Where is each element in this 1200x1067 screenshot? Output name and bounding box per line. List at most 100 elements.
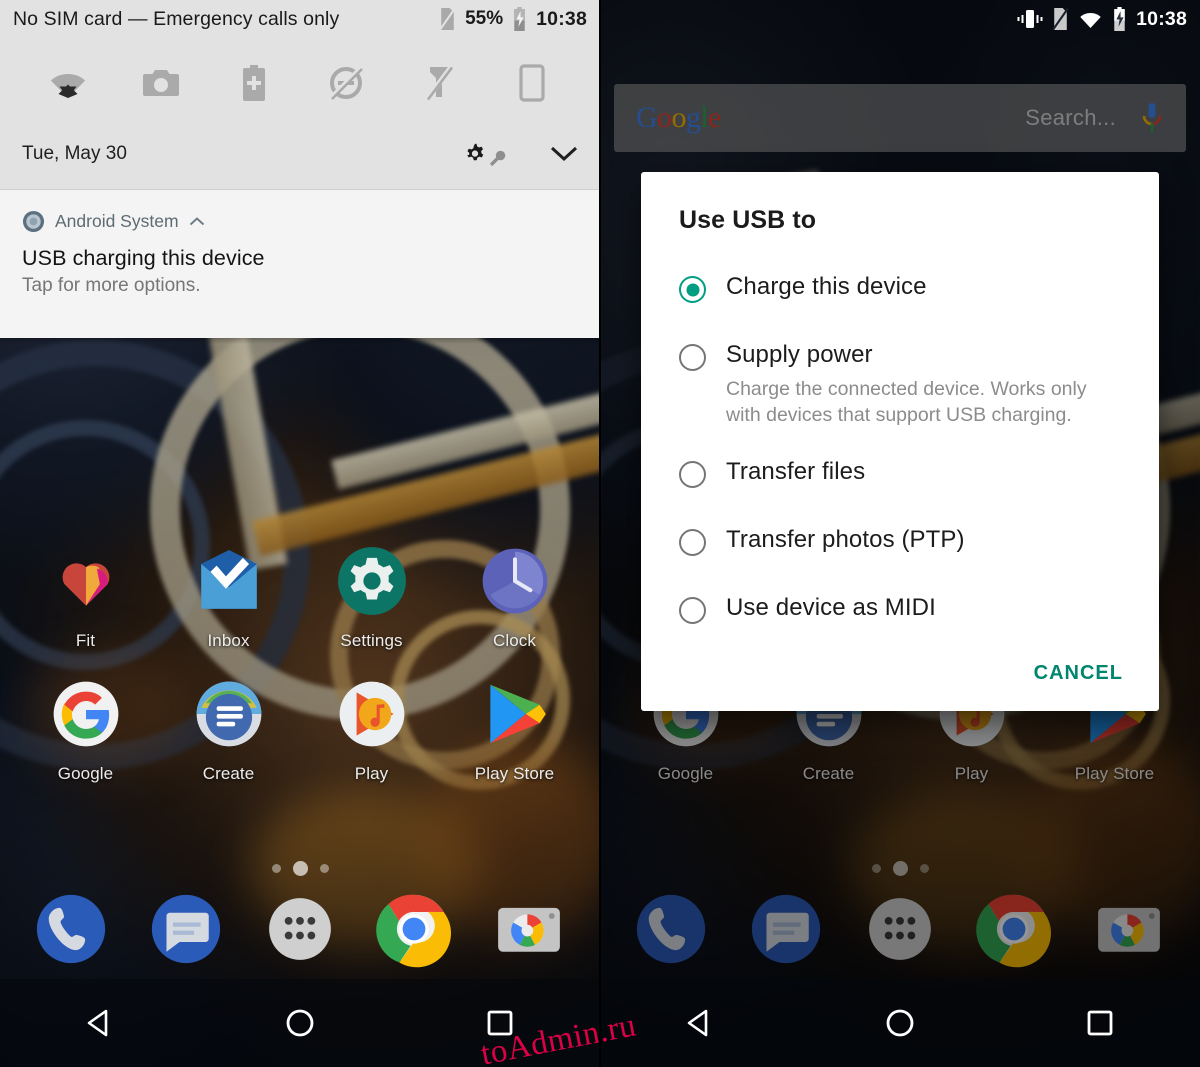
app-label: Clock [492, 631, 536, 650]
usb-option-transfer-photos-ptp[interactable]: Transfer photos (PTP) [641, 500, 1159, 568]
app-google[interactable]: Google [14, 673, 157, 784]
app-label: Google [57, 764, 114, 783]
clock-text: 10:38 [536, 7, 587, 30]
wifi-icon [1078, 9, 1103, 29]
wrench-icon [489, 150, 506, 167]
cancel-button[interactable]: CANCEL [1034, 662, 1123, 685]
settings-gear-icon [331, 540, 413, 622]
panel-divider [599, 0, 601, 1067]
app-row-1: Fit Inbox [0, 540, 600, 651]
right-phone-panel: Google Search... Google Create Play Play… [600, 0, 1200, 1067]
do-not-disturb-tile[interactable] [300, 52, 393, 114]
app-clock[interactable]: Clock [443, 540, 586, 651]
quick-settings-divider [0, 189, 600, 190]
sim-missing-icon [1052, 7, 1069, 31]
page-dot-active[interactable] [292, 861, 308, 876]
nav-home[interactable] [200, 1006, 400, 1040]
flashlight-tile[interactable] [393, 52, 486, 114]
app-label: Play Store [474, 764, 555, 783]
app-create[interactable]: Create [157, 673, 300, 784]
nav-recents[interactable] [1000, 1006, 1200, 1040]
android-system-icon [22, 210, 45, 233]
battery-percent: 55% [465, 8, 504, 29]
dock-phone[interactable] [14, 890, 128, 968]
page-dot[interactable] [319, 864, 329, 873]
app-label: Settings [340, 631, 403, 650]
camera-icon [143, 70, 179, 96]
app-row-2: Google Create Play Play Store [0, 673, 600, 784]
clock-text: 10:38 [1136, 7, 1187, 30]
nav-back[interactable] [0, 1006, 200, 1040]
play-store-icon [474, 673, 556, 755]
usb-option-supply-power[interactable]: Supply power Charge the connected device… [641, 315, 1159, 440]
app-inbox[interactable]: Inbox [157, 540, 300, 651]
radio-button[interactable] [679, 461, 706, 489]
app-play-music[interactable]: Play [300, 673, 443, 784]
battery-charging-icon [1112, 7, 1127, 31]
option-label: Use device as MIDI [726, 594, 936, 622]
camera-app-icon [497, 907, 560, 952]
quick-settings-footer: Tue, May 30 [0, 128, 600, 186]
dock-left [0, 890, 600, 968]
clock-icon [474, 540, 556, 622]
dock-all-apps[interactable] [243, 890, 357, 968]
app-label: Inbox [207, 631, 250, 650]
option-label: Transfer photos (PTP) [726, 526, 965, 554]
usb-option-use-device-as-midi[interactable]: Use device as MIDI [641, 568, 1159, 636]
google-icon [45, 673, 127, 755]
date-text: Tue, May 30 [22, 143, 127, 164]
chevron-down-icon[interactable] [550, 145, 578, 163]
notification-card[interactable]: Android System USB charging this device … [0, 190, 600, 344]
page-dot[interactable] [271, 864, 281, 873]
dialog-title: Use USB to [679, 206, 817, 234]
screenshot-stage: Fit Inbox Settings Clock Google Create P… [0, 0, 1200, 1067]
usb-option-transfer-files[interactable]: Transfer files [641, 440, 1159, 500]
inbox-icon [188, 540, 270, 622]
chevron-up-icon[interactable] [189, 216, 205, 227]
radio-button[interactable] [679, 529, 706, 557]
page-indicator [0, 861, 600, 876]
option-label: Supply power [726, 341, 873, 368]
notification-header: Android System [22, 208, 578, 234]
messages-icon [151, 894, 220, 964]
nav-home[interactable] [800, 1006, 1000, 1040]
radio-button-selected[interactable] [679, 276, 706, 303]
recents-square-icon [1087, 1010, 1113, 1036]
settings-button[interactable] [462, 141, 506, 167]
home-circle-icon [886, 1009, 914, 1037]
flashlight-off-icon [425, 65, 454, 101]
dock-messages[interactable] [128, 890, 242, 968]
dock-chrome[interactable] [357, 890, 471, 968]
wifi-tile[interactable] [22, 52, 115, 114]
phone-screen-icon [519, 64, 545, 102]
screenshot-tile[interactable] [115, 52, 208, 114]
notification-title: USB charging this device [22, 246, 265, 270]
app-play-store[interactable]: Play Store [443, 673, 586, 784]
chrome-icon [376, 894, 452, 968]
notification-subtitle: Tap for more options. [22, 275, 201, 296]
radio-button[interactable] [679, 597, 706, 625]
option-label: Charge this device [726, 273, 927, 300]
left-phone-panel: Fit Inbox Settings Clock Google Create P… [0, 0, 600, 1067]
notification-app-name: Android System [55, 210, 179, 231]
app-label: Fit [75, 631, 96, 650]
vibrate-icon [1017, 8, 1043, 30]
app-settings[interactable]: Settings [300, 540, 443, 651]
back-triangle-icon [87, 1009, 108, 1037]
battery-plus-icon [242, 65, 265, 101]
option-description: Charge the connected device. Works only … [726, 378, 1087, 426]
create-docs-icon [188, 673, 270, 755]
usb-option-charge-this-device[interactable]: Charge this device [641, 261, 1159, 315]
app-fit[interactable]: Fit [14, 540, 157, 651]
status-bar-right-cluster: 10:38 [1017, 7, 1187, 31]
usb-mode-dialog: Use USB to Charge this device Supply pow… [641, 172, 1159, 712]
battery-charging-icon [512, 7, 527, 31]
battery-saver-tile[interactable] [207, 52, 300, 114]
gear-icon [462, 141, 488, 167]
dock-camera[interactable] [472, 890, 586, 968]
radio-button[interactable] [679, 344, 706, 371]
dnd-off-icon [329, 66, 364, 100]
sim-missing-icon [439, 7, 456, 31]
option-label: Transfer files [726, 458, 866, 486]
cast-tile[interactable] [485, 52, 578, 114]
